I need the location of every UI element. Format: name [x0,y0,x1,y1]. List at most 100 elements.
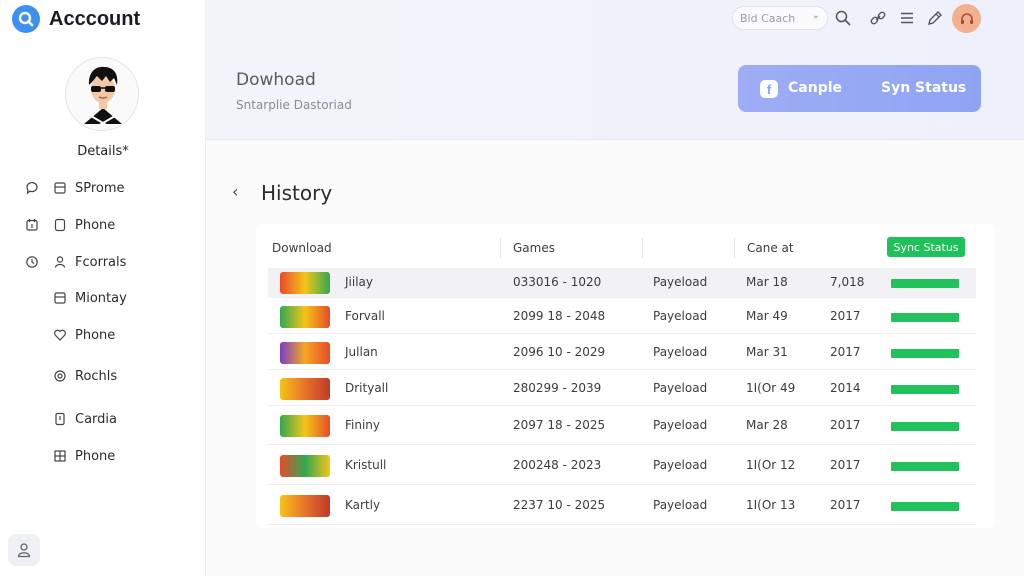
game-thumbnail [280,342,330,364]
cell-year: 2017 [830,458,861,472]
table-row[interactable]: Fininy 2097 18 - 2025 Payeload Mar 28 2017 [268,407,976,445]
cell-type: Payeload [653,418,708,432]
cell-range: 280299 - 2039 [513,381,602,395]
sync-status-bar [891,349,959,358]
game-thumbnail [280,495,330,517]
clock-icon [26,256,38,268]
cell-type: Payeload [653,275,708,289]
sidebar-item-rochls[interactable]: Rochls [0,361,206,391]
cell-type: Payeload [653,498,708,512]
document-icon [54,182,66,194]
sidebar-item-label: Rochls [75,368,118,384]
column-divider [734,238,735,258]
brand[interactable]: Acccount [12,5,140,33]
chat-bubble-icon [26,181,38,195]
sidebar-item-miontay[interactable]: Miontay [0,283,206,313]
calendar-icon [26,219,38,231]
document-icon [54,292,66,304]
menu-icon[interactable] [898,9,916,27]
sidebar-item-sprome[interactable]: SProme [0,173,206,203]
cell-name: Forvall [345,309,385,323]
cell-range: 2097 18 - 2025 [513,418,606,432]
table-row[interactable]: Forvall 2099 18 - 2048 Payeload Mar 49 2017 [268,299,976,334]
sidebar-item-label: Cardia [75,411,117,427]
cell-range: 2096 10 - 2029 [513,345,606,359]
sync-status-bar [891,313,959,322]
page-heading: Dowhoad [236,70,316,90]
sidebar-item-label: Miontay [75,290,127,306]
table-row[interactable]: Jullan 2096 10 - 2029 Payeload Mar 31 2017 [268,335,976,370]
square-icon [54,218,66,232]
cell-range: 200248 - 2023 [513,458,602,472]
cell-name: Kartly [345,498,381,512]
sync-status-bar [891,385,959,394]
sidebar-item-phone[interactable]: Phone [0,210,206,240]
chevron-down-icon: ⌄ [811,10,820,21]
cell-range: 2237 10 - 2025 [513,498,606,512]
cta-secondary-label: Syn Status [881,80,967,96]
cell-name: Jiilay [345,275,373,289]
column-divider [500,238,501,258]
cell-date: Mar 49 [746,309,788,323]
sidebar-item-label: SProme [75,180,125,196]
sidebar-item-phone-3[interactable]: Phone [0,441,206,471]
sync-status-button[interactable]: f Canple Syn Status [738,65,981,112]
search-input[interactable]: Bld Caach ⌄ [732,6,828,30]
details-label[interactable]: Details* [0,144,206,159]
edit-pencil-icon[interactable] [926,9,944,27]
cell-year: 7,018 [830,275,865,289]
cell-date: Mar 31 [746,345,788,359]
user-icon [54,256,66,268]
profile-button[interactable] [8,534,40,566]
heart-icon [54,329,66,341]
column-header-games[interactable]: Games [513,241,555,255]
back-chevron-icon[interactable]: ‹ [232,182,238,201]
cell-range: 033016 - 1020 [513,275,602,289]
sync-status-bar [891,462,959,471]
cell-date: Mar 18 [746,275,788,289]
avatar[interactable] [65,57,139,131]
cell-type: Payeload [653,458,708,472]
column-header-download[interactable]: Download [272,241,332,255]
cell-name: Fininy [345,418,381,432]
grid-icon [54,450,66,462]
table-row[interactable]: Kartly 2237 10 - 2025 Payeload 1I(Or 13 2017 [268,486,976,525]
cell-range: 2099 18 - 2048 [513,309,606,323]
cell-year: 2014 [830,381,861,395]
column-divider [642,238,643,258]
cell-type: Payeload [653,345,708,359]
facebook-icon: f [760,80,778,98]
search-value: Bld Caach [740,11,796,25]
bookmark-icon [55,412,65,426]
cell-date: 1I(Or 13 [746,498,796,512]
sync-status-bar [891,279,959,288]
game-thumbnail [280,306,330,328]
game-thumbnail [280,415,330,437]
column-header-sync-status[interactable]: Sync Status [887,237,965,257]
cell-date: Mar 28 [746,418,788,432]
cell-year: 2017 [830,345,861,359]
sidebar-item-label: Phone [75,327,116,343]
sidebar-item-label: Phone [75,217,116,233]
table-row[interactable]: Kristull 200248 - 2023 Payeload 1I(Or 12 201… [268,446,976,485]
cell-date: 1I(Or 12 [746,458,796,472]
user-icon [17,543,31,558]
sidebar-item-phone-2[interactable]: Phone [0,320,206,350]
table-row[interactable]: Jiilay 033016 - 1020 Payeload Mar 18 7,018 [268,268,976,298]
cell-type: Payeload [653,381,708,395]
sync-status-bar [891,502,959,511]
link-icon[interactable] [869,9,887,27]
cta-primary-label: Canple [788,80,843,96]
sidebar-item-label: Phone [75,448,116,464]
sidebar-item-label: Fcorrals [75,254,127,270]
search-icon[interactable] [834,9,852,27]
sidebar-item-fcorrals[interactable]: Fcorrals [0,247,206,277]
column-header-cane-at[interactable]: Cane at [747,241,794,255]
table-row[interactable]: Drityall 280299 - 2039 Payeload 1I(Or 49 201… [268,371,976,406]
sidebar-item-cardia[interactable]: Cardia [0,404,206,434]
game-thumbnail [280,378,330,400]
user-avatar-badge[interactable] [952,4,981,33]
cell-name: Kristull [345,458,387,472]
headset-icon [960,12,973,24]
cell-type: Payeload [653,309,708,323]
